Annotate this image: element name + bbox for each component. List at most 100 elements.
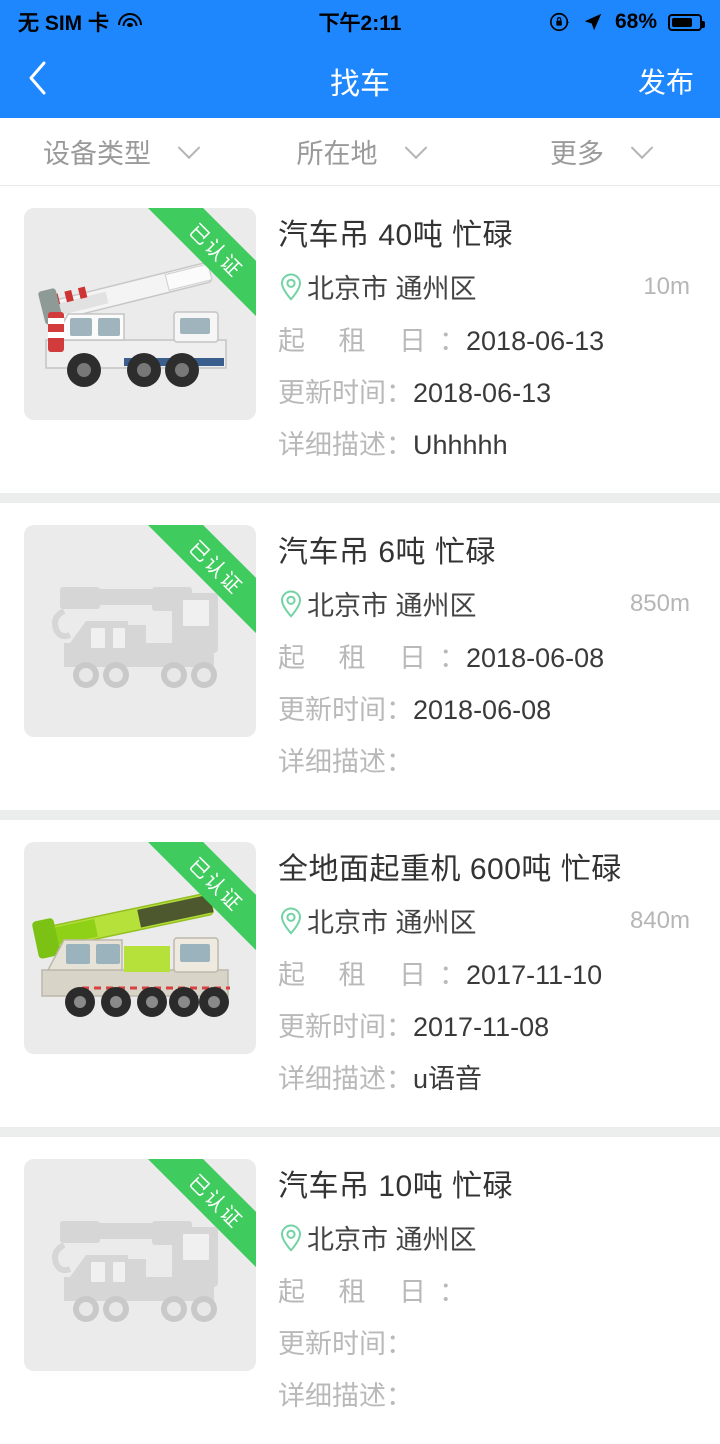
listing-location: 北京市 通州区: [307, 274, 477, 304]
listing-description: Uhhhhh: [413, 430, 508, 460]
listing-description-row: 详细描述：: [278, 740, 696, 779]
colon-2: ：: [386, 695, 413, 725]
colon-1: ：: [439, 1277, 467, 1307]
description-label: 详细描述: [278, 1381, 386, 1411]
listing-location-row: 北京市 通州区 840m: [278, 901, 696, 940]
battery-icon: [668, 13, 705, 31]
update-time-label: 更新时间: [278, 695, 386, 725]
listing-info: 汽车吊 40吨 忙碌 北京市 通州区 10m 起 租 日：2018-06-13 …: [278, 208, 696, 475]
listing-location: 北京市 通州区: [307, 591, 477, 621]
colon-1: ：: [439, 960, 467, 990]
publish-button[interactable]: 发布: [638, 61, 694, 101]
listing-update-time: 2018-06-08: [413, 695, 552, 725]
listing-update-time-row: 更新时间：2018-06-13: [278, 371, 696, 410]
status-bar: 无 SIM 卡 下午2:11 68%: [0, 0, 720, 44]
status-bar-left: 无 SIM 卡: [18, 7, 143, 37]
listing-location-row: 北京市 通州区 850m: [278, 584, 696, 623]
description-label: 详细描述: [278, 1064, 386, 1094]
listing-rent-date-row: 起 租 日：2017-11-10: [278, 953, 696, 992]
listing-update-time-row: 更新时间：: [278, 1322, 696, 1361]
listing-thumbnail[interactable]: 已认证: [24, 208, 256, 420]
chevron-down-icon: [630, 135, 654, 159]
rent-date-label: 起 租 日: [278, 643, 440, 673]
listing-thumbnail[interactable]: 已认证: [24, 1159, 256, 1371]
listing-card-1[interactable]: 已认证 汽车吊 40吨 忙碌 北京市 通州区 10m 起 租 日：2018-06…: [0, 186, 720, 493]
listing-info: 全地面起重机 600吨 忙碌 北京市 通州区 840m 起 租 日：2017-1…: [278, 842, 696, 1109]
colon-3: ：: [386, 1064, 413, 1094]
colon-2: ：: [386, 1012, 413, 1042]
listing-location: 北京市 通州区: [307, 1225, 477, 1255]
rent-date-label: 起 租 日: [278, 326, 440, 356]
listing-card-3[interactable]: 已认证 全地面起重机 600吨 忙碌 北京市 通州区 840m 起 租 日：20…: [0, 820, 720, 1127]
listing-distance: 850m: [629, 589, 690, 617]
filter-more[interactable]: 更多: [480, 132, 720, 171]
listing-location-row: 北京市 通州区: [278, 1218, 696, 1257]
colon-1: ：: [439, 643, 467, 673]
location-pin-icon: [280, 906, 302, 935]
listing-info: 汽车吊 10吨 忙碌 北京市 通州区 起 租 日： 更新时间： 详细描述：: [278, 1159, 696, 1426]
filter-location[interactable]: 所在地: [240, 132, 480, 171]
rotation-lock-icon: [549, 12, 570, 32]
location-pin-icon: [280, 272, 302, 301]
listing-title: 汽车吊 10吨 忙碌: [278, 1170, 514, 1203]
listing-description-row: 详细描述：Uhhhhh: [278, 423, 696, 462]
update-time-label: 更新时间: [278, 378, 386, 408]
page-title: 找车: [330, 68, 390, 101]
description-label: 详细描述: [278, 430, 386, 460]
chevron-left-icon: [29, 61, 46, 95]
location-arrow-icon: [584, 13, 602, 31]
rent-date-label: 起 租 日: [278, 960, 440, 990]
listing-description: u语音: [413, 1064, 483, 1094]
listing-thumbnail[interactable]: 已认证: [24, 842, 256, 1054]
listing-rent-date-row: 起 租 日：2018-06-13: [278, 319, 696, 358]
battery-percent-label: 68%: [614, 10, 657, 33]
colon-3: ：: [386, 747, 413, 777]
listing-update-time-row: 更新时间：2017-11-08: [278, 1005, 696, 1044]
listing-title: 全地面起重机 600吨 忙碌: [278, 853, 622, 886]
listing-card-4[interactable]: 已认证 汽车吊 10吨 忙碌 北京市 通州区 起 租 日： 更新时间： 详细描述…: [0, 1137, 720, 1444]
listing-location: 北京市 通州区: [307, 908, 477, 938]
listing-distance: 840m: [629, 906, 690, 934]
listing-update-time: 2018-06-13: [413, 378, 552, 408]
status-bar-right: 68%: [549, 10, 705, 34]
chevron-down-icon: [177, 135, 201, 159]
listing-description-row: 详细描述：: [278, 1374, 696, 1413]
rent-date-label: 起 租 日: [278, 1277, 440, 1307]
wifi-icon: [118, 13, 143, 31]
filter-location-label: 所在地: [296, 139, 378, 169]
location-pin-icon: [280, 589, 302, 618]
colon-3: ：: [386, 1381, 413, 1411]
chevron-down-icon: [404, 135, 427, 159]
listing-rent-date-row: 起 租 日：: [278, 1270, 696, 1309]
listing-thumbnail[interactable]: 已认证: [24, 525, 256, 737]
listing-list: 已认证 汽车吊 40吨 忙碌 北京市 通州区 10m 起 租 日：2018-06…: [0, 186, 720, 1444]
listing-rent-date-row: 起 租 日：2018-06-08: [278, 636, 696, 675]
listing-location-row: 北京市 通州区 10m: [278, 267, 696, 306]
location-pin-icon: [280, 1223, 302, 1252]
listing-rent-date: 2018-06-13: [466, 326, 605, 356]
listing-info: 汽车吊 6吨 忙碌 北京市 通州区 850m 起 租 日：2018-06-08 …: [278, 525, 696, 792]
colon-2: ：: [386, 1329, 413, 1359]
colon-2: ：: [386, 378, 413, 408]
description-label: 详细描述: [278, 747, 386, 777]
listing-title: 汽车吊 40吨 忙碌: [278, 219, 514, 252]
filter-equipment-type-label: 设备类型: [43, 139, 151, 169]
nav-bar: 找车 发布: [0, 44, 720, 118]
filter-bar: 设备类型 所在地 更多: [0, 118, 720, 186]
colon-1: ：: [439, 326, 467, 356]
update-time-label: 更新时间: [278, 1329, 386, 1359]
update-time-label: 更新时间: [278, 1012, 386, 1042]
colon-3: ：: [386, 430, 413, 460]
carrier-label: 无 SIM 卡: [18, 12, 110, 35]
listing-description-row: 详细描述：u语音: [278, 1057, 696, 1096]
listing-title: 汽车吊 6吨 忙碌: [278, 536, 496, 569]
filter-more-label: 更多: [550, 139, 604, 169]
listing-rent-date: 2017-11-10: [466, 960, 603, 990]
listing-card-2[interactable]: 已认证 汽车吊 6吨 忙碌 北京市 通州区 850m 起 租 日：2018-06…: [0, 503, 720, 810]
back-button[interactable]: [26, 59, 66, 103]
listing-rent-date: 2018-06-08: [466, 643, 605, 673]
listing-update-time: 2017-11-08: [413, 1012, 550, 1042]
listing-update-time-row: 更新时间：2018-06-08: [278, 688, 696, 727]
listing-distance: 10m: [643, 272, 690, 300]
filter-equipment-type[interactable]: 设备类型: [0, 132, 240, 171]
